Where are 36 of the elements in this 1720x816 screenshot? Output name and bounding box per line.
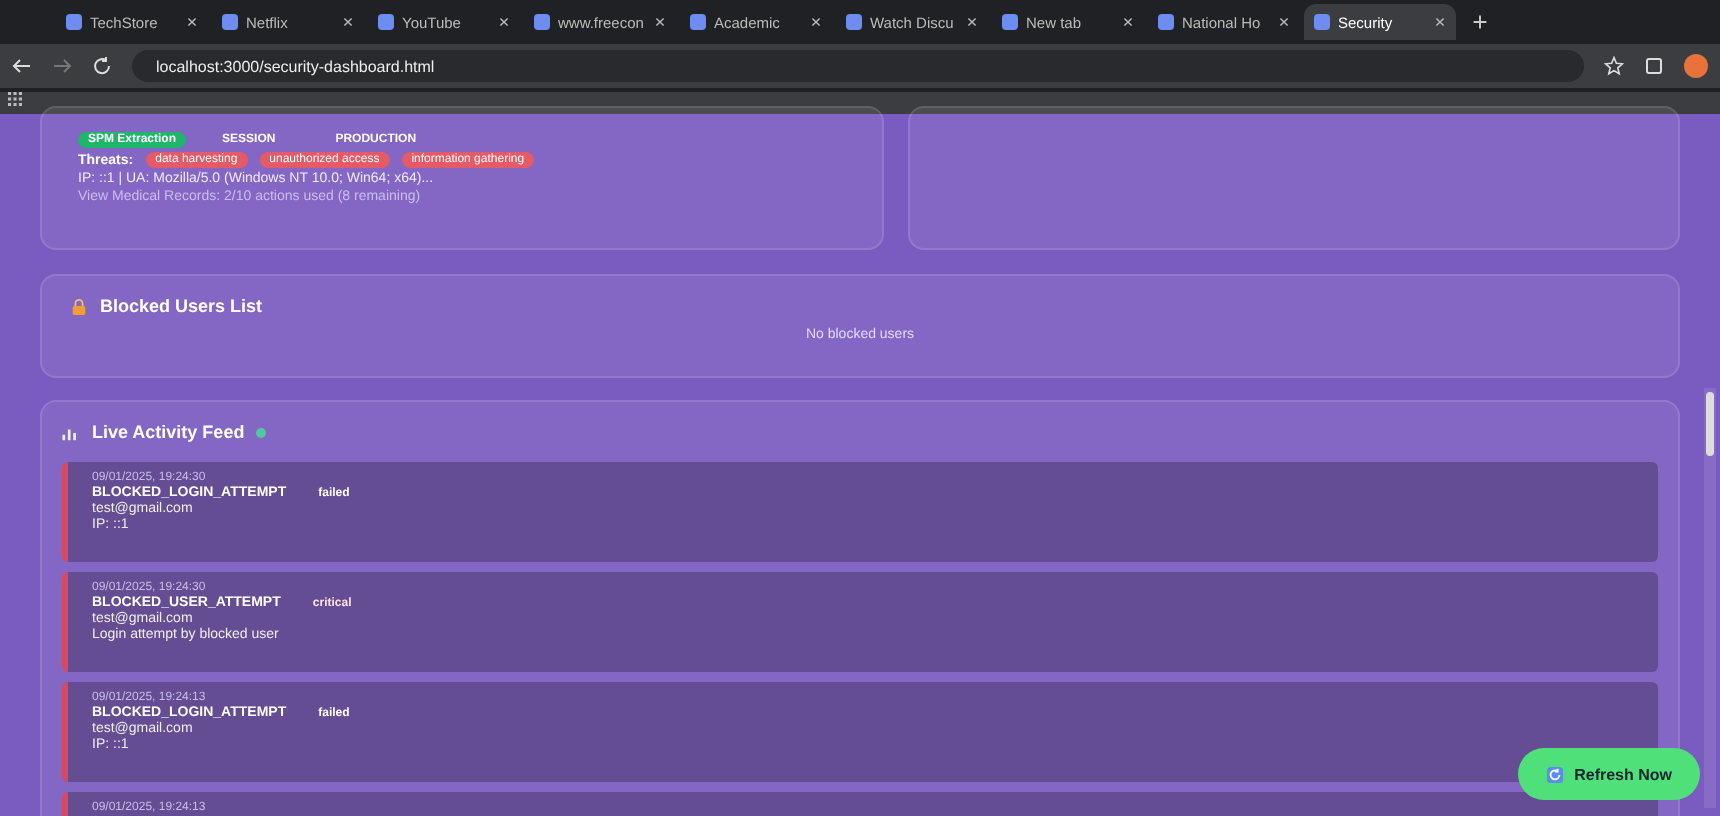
section-title: Blocked Users List [100, 296, 263, 316]
favicon-icon [846, 14, 862, 30]
scrollbar[interactable] [1704, 388, 1716, 808]
favicon-icon [1002, 14, 1018, 30]
refresh-icon [1546, 765, 1565, 783]
close-icon[interactable] [1434, 16, 1446, 28]
lock-icon [70, 297, 88, 315]
close-icon[interactable] [186, 16, 198, 28]
close-icon[interactable] [1122, 16, 1134, 28]
extensions-icon[interactable] [1644, 56, 1664, 76]
url-text: localhost:3000/security-dashboard.html [156, 57, 435, 75]
favicon-icon [222, 14, 238, 30]
close-icon[interactable] [810, 16, 822, 28]
refresh-button[interactable]: Refresh Now [1518, 748, 1700, 800]
favicon-icon [1314, 14, 1330, 30]
reload-icon[interactable] [92, 56, 112, 76]
apps-icon[interactable] [8, 92, 22, 106]
close-icon[interactable] [654, 16, 666, 28]
favicon-icon [66, 14, 82, 30]
live-dot-icon [256, 427, 267, 437]
favicon-icon [378, 14, 394, 30]
chart-icon [62, 423, 80, 441]
star-icon[interactable] [1604, 56, 1624, 76]
favicon-icon [1158, 14, 1174, 30]
close-icon[interactable] [498, 16, 510, 28]
address-bar[interactable]: localhost:3000/security-dashboard.html [132, 50, 1584, 82]
forward-icon[interactable] [52, 56, 72, 76]
favicon-icon [690, 14, 706, 30]
back-icon[interactable] [12, 56, 32, 76]
favicon-icon [534, 14, 550, 30]
section-title: Live Activity Feed [92, 422, 245, 442]
new-tab-icon[interactable] [1472, 14, 1488, 30]
close-icon[interactable] [1278, 16, 1290, 28]
close-icon[interactable] [966, 16, 978, 28]
close-icon[interactable] [342, 16, 354, 28]
profile-avatar[interactable] [1684, 54, 1708, 78]
